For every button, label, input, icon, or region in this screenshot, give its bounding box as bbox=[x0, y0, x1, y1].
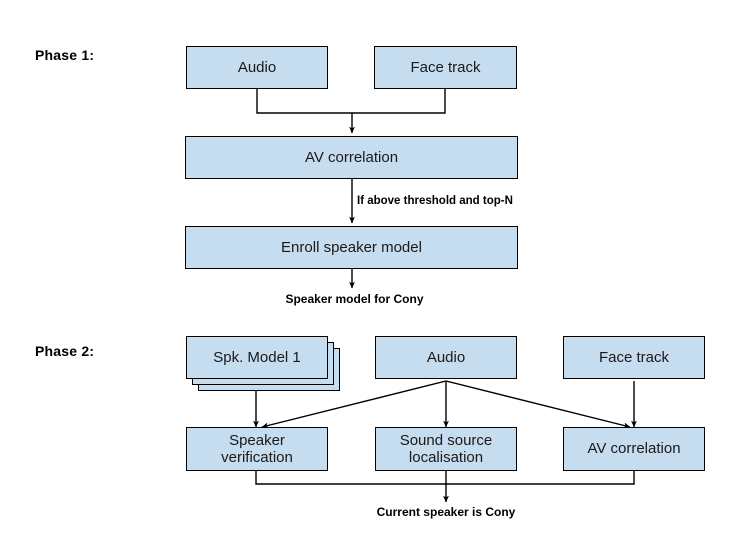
node-phase1-audio-label: Audio bbox=[237, 58, 277, 76]
node-phase2-speaker-verification-label-line2: verification bbox=[221, 449, 293, 466]
node-phase2-face-track-label: Face track bbox=[598, 348, 670, 366]
node-phase2-speaker-verification-label-line1: Speaker bbox=[229, 431, 285, 449]
node-phase1-enroll-speaker-model-label: Enroll speaker model bbox=[281, 238, 422, 256]
edge-label-threshold: If above threshold and top-N bbox=[357, 195, 513, 207]
phase2-output-label: Current speaker is Cony bbox=[376, 505, 516, 519]
node-phase1-enroll-speaker-model[interactable]: Enroll speaker model bbox=[185, 226, 518, 269]
edge-results-merge-to-output bbox=[255, 471, 635, 503]
node-phase2-face-track[interactable]: Face track bbox=[563, 336, 705, 379]
node-phase2-audio[interactable]: Audio bbox=[375, 336, 517, 379]
node-phase2-spk-model-label: Spk. Model 1 bbox=[213, 348, 301, 366]
node-phase2-sound-source-localisation[interactable]: Sound source localisation bbox=[375, 427, 517, 471]
phase1-output-label: Speaker model for Cony bbox=[285, 292, 424, 306]
node-phase2-spk-model[interactable]: Spk. Model 1 bbox=[186, 336, 328, 379]
node-phase1-face-track[interactable]: Face track bbox=[374, 46, 517, 89]
node-phase1-face-track-label: Face track bbox=[410, 58, 481, 76]
edge-audio-to-avcorrelation bbox=[445, 380, 631, 429]
node-phase2-av-correlation[interactable]: AV correlation bbox=[563, 427, 705, 471]
node-phase2-audio-label: Audio bbox=[426, 348, 466, 366]
phase2-label: Phase 2: bbox=[35, 343, 95, 359]
node-phase1-av-correlation[interactable]: AV correlation bbox=[185, 136, 518, 179]
node-phase2-speaker-verification[interactable]: Speaker verification bbox=[186, 427, 328, 471]
edge-audio-to-avcorrelation bbox=[256, 88, 446, 134]
node-phase1-audio[interactable]: Audio bbox=[186, 46, 328, 89]
node-phase1-av-correlation-label: AV correlation bbox=[304, 148, 399, 166]
node-phase2-av-correlation-label: AV correlation bbox=[587, 440, 681, 458]
node-phase2-sound-source-label-line1: Sound source bbox=[399, 431, 493, 449]
flowchart-canvas: Phase 1: Audio Face track AV correlation… bbox=[0, 0, 744, 534]
node-phase2-sound-source-label-line2: localisation bbox=[408, 449, 484, 466]
phase1-label: Phase 1: bbox=[35, 47, 95, 63]
